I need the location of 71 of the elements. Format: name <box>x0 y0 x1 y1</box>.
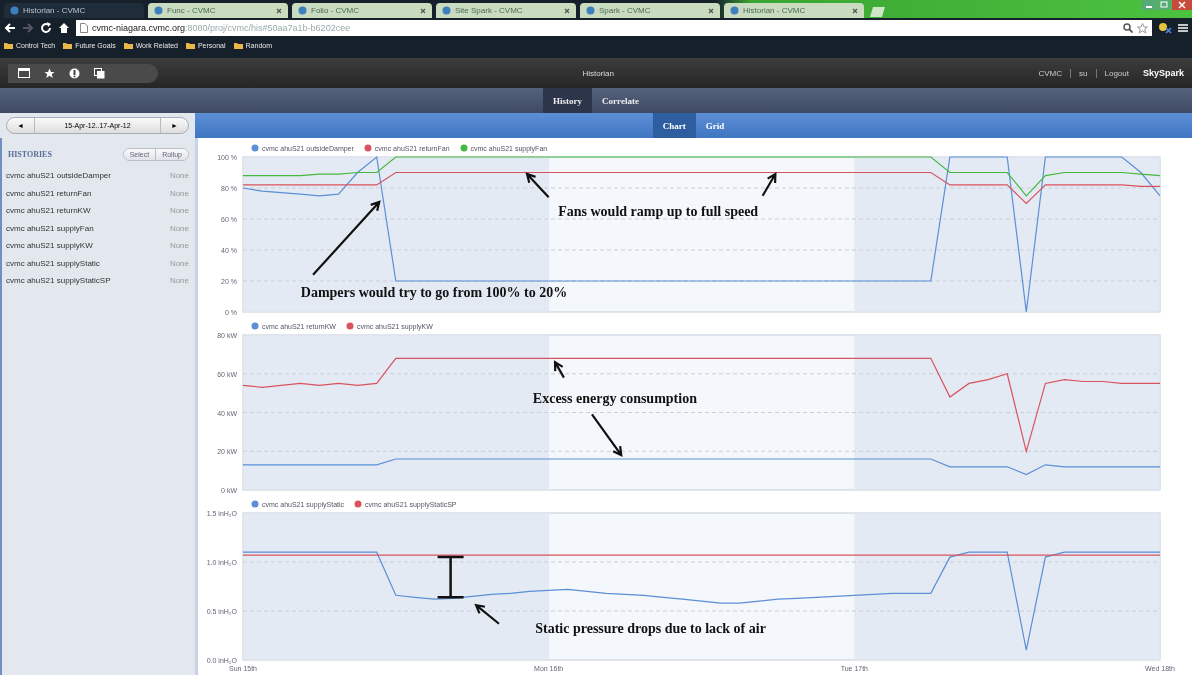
arrow <box>590 413 623 457</box>
globe-icon <box>10 6 19 15</box>
extension-icon[interactable] <box>1158 22 1172 34</box>
close-icon[interactable] <box>564 7 570 14</box>
browser-tab[interactable]: Historian - CVMC <box>724 3 864 18</box>
rollup-value: None <box>169 206 189 216</box>
history-name[interactable]: cvmc ahuS21 supplyFan <box>6 223 94 233</box>
view-tab[interactable]: Grid <box>695 113 735 138</box>
close-icon[interactable] <box>852 7 858 14</box>
section-heading: HISTORIES <box>8 150 52 159</box>
folder-icon <box>4 41 13 49</box>
copy-icon[interactable] <box>94 67 105 79</box>
rollup-value: None <box>169 223 189 233</box>
folder-icon <box>123 41 133 49</box>
reload-icon[interactable] <box>40 22 52 34</box>
header-link[interactable]: CVMC <box>1038 68 1063 78</box>
bracket-drawing <box>436 555 465 599</box>
minimize-icon[interactable] <box>1142 0 1156 10</box>
browser-tab[interactable]: Spark - CVMC <box>580 3 720 18</box>
browser-tab[interactable]: Site Spark - CVMC <box>436 3 576 18</box>
browser-tab[interactable]: Historian - CVMC <box>4 3 144 18</box>
annotation-text: Fans would ramp up to full speed <box>558 203 759 219</box>
search-icon[interactable] <box>1123 23 1133 33</box>
rollup-value: None <box>169 171 189 181</box>
folder-icon <box>63 41 73 49</box>
rollup-value: None <box>169 241 189 251</box>
globe-icon <box>586 6 595 15</box>
browser-tab[interactable]: Folio - CVMC <box>292 3 432 18</box>
rollup-value: None <box>169 258 189 268</box>
globe-icon <box>154 6 163 15</box>
history-name[interactable]: cvmc ahuS21 supplyStaticSP <box>6 276 111 286</box>
folder-icon <box>185 41 195 49</box>
back-icon[interactable] <box>4 22 16 34</box>
view-tab[interactable]: Chart <box>652 113 696 138</box>
globe-icon <box>298 6 307 15</box>
arrow <box>553 360 566 379</box>
arrow <box>761 172 777 197</box>
annotation-text: Dampers would try to go from 100% to 20% <box>300 284 568 300</box>
history-name[interactable]: cvmc ahuS21 returnFan <box>6 188 92 198</box>
page-icon <box>80 23 88 33</box>
browser-tab[interactable]: Func - CVMC <box>148 3 288 18</box>
history-name[interactable]: cvmc ahuS21 returnKW <box>6 206 91 216</box>
history-name[interactable]: cvmc ahuS21 supplyStatic <box>6 258 100 268</box>
header-link[interactable]: su <box>1079 68 1088 78</box>
app-title: Historian <box>581 68 616 78</box>
close-icon[interactable] <box>1172 0 1192 10</box>
annotation-text: Excess energy consumption <box>532 390 697 406</box>
info-icon[interactable] <box>69 67 80 79</box>
annotation-text: Static pressure drops due to lack of air <box>535 620 766 636</box>
rollup-value: None <box>169 188 189 198</box>
star-icon[interactable] <box>44 67 55 79</box>
arrow <box>474 603 501 625</box>
close-icon[interactable] <box>708 7 714 14</box>
view-tab[interactable]: Correlate <box>592 88 649 113</box>
menu-icon[interactable] <box>1178 23 1188 33</box>
header-link[interactable]: Logout <box>1104 68 1129 78</box>
arrow <box>525 172 550 199</box>
folder-icon <box>233 41 243 49</box>
rollup-value: None <box>169 276 189 286</box>
address-field[interactable]: cvmc-niagara.cvmc.org:8080/proj/cvmc/his#50aa7a1b-b6202cee <box>76 20 1152 36</box>
close-icon[interactable] <box>420 7 426 14</box>
globe-icon <box>730 6 739 15</box>
window-icon[interactable] <box>18 67 30 78</box>
view-tab[interactable]: History <box>543 88 593 113</box>
history-name[interactable]: cvmc ahuS21 supplyKW <box>6 241 93 251</box>
home-icon[interactable] <box>58 22 70 34</box>
star-icon[interactable] <box>1137 22 1148 34</box>
history-name[interactable]: cvmc ahuS21 outsideDamper <box>6 171 111 181</box>
globe-icon <box>442 6 451 15</box>
close-icon[interactable] <box>276 7 282 14</box>
brand-name: SkySpark <box>1142 68 1184 78</box>
